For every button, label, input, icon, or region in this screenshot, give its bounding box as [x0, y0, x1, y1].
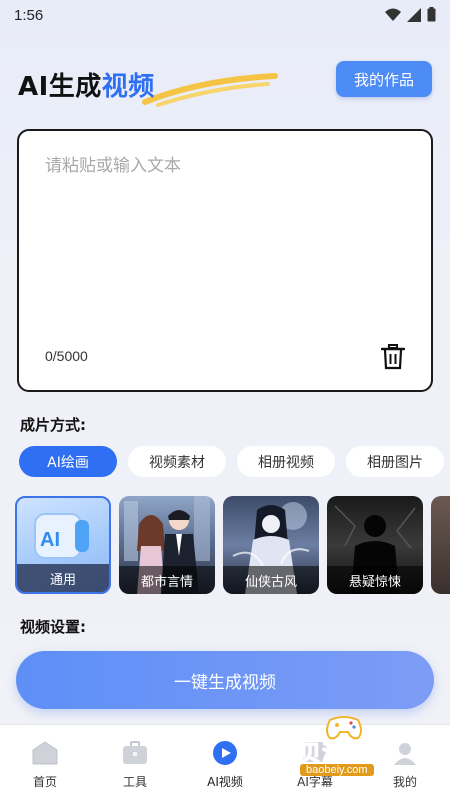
wifi-icon [385, 8, 401, 21]
watermark-url: baobeiy.com [300, 764, 374, 776]
nav-label: 工具 [122, 775, 147, 789]
tab-ai-painting[interactable]: AI绘画 [19, 446, 117, 477]
style-card-xianxia[interactable]: 仙侠古风 [223, 496, 319, 594]
page-title-accent: 视频 [101, 72, 155, 102]
char-count: 0/5000 [45, 348, 88, 364]
status-time: 1:56 [14, 7, 44, 24]
watermark: 宝贝游戏网 baobeiy.com [268, 712, 428, 790]
nav-item-home[interactable]: 首页 [0, 725, 90, 800]
trash-icon[interactable] [381, 344, 405, 370]
text-input-area[interactable]: 请粘贴或输入文本 0/5000 [17, 129, 433, 392]
play-icon [213, 741, 237, 765]
mode-tabs: AI绘画 视频素材 相册视频 相册图片 [19, 446, 444, 477]
battery-icon [427, 7, 436, 22]
nav-item-tools[interactable]: 工具 [90, 725, 180, 800]
style-card-general[interactable]: AI 通用 [15, 496, 111, 594]
tab-album-image[interactable]: 相册图片 [346, 446, 444, 477]
status-bar: 1:56 [0, 0, 450, 32]
my-works-button[interactable]: 我的作品 [336, 61, 432, 97]
tab-album-video[interactable]: 相册视频 [237, 446, 335, 477]
status-icons [385, 7, 436, 22]
toolbox-icon [123, 741, 147, 764]
nav-item-ai-video[interactable]: AI视频 [180, 725, 270, 800]
generate-video-button[interactable]: 一键生成视频 [16, 651, 434, 709]
style-label: 都市言情 [119, 566, 215, 594]
style-label: 仙侠古风 [223, 566, 319, 594]
title-swoosh-decoration [142, 73, 278, 107]
signal-icon [407, 7, 421, 22]
style-card-partial[interactable] [431, 496, 450, 594]
nav-label: 首页 [32, 775, 57, 789]
style-label: 通用 [17, 564, 109, 592]
mode-section-label: 成片方式: [20, 416, 86, 434]
style-card-suspense[interactable]: 悬疑惊悚 [327, 496, 423, 594]
svg-text:AI: AI [40, 529, 60, 551]
style-list: AI 通用 都市言情 仙侠古风 悬疑惊悚 [15, 496, 450, 594]
ai-logo-icon: AI [34, 513, 89, 559]
page-title: AI生成视频 [18, 66, 155, 103]
tab-video-material[interactable]: 视频素材 [128, 446, 226, 477]
settings-section-label: 视频设置: [20, 618, 86, 636]
page-title-prefix: AI生成 [18, 72, 102, 102]
style-label: 悬疑惊悚 [327, 566, 423, 594]
home-icon [32, 741, 58, 765]
nav-label: AI视频 [207, 775, 243, 789]
style-card-urban-romance[interactable]: 都市言情 [119, 496, 215, 594]
text-placeholder: 请粘贴或输入文本 [45, 156, 181, 176]
